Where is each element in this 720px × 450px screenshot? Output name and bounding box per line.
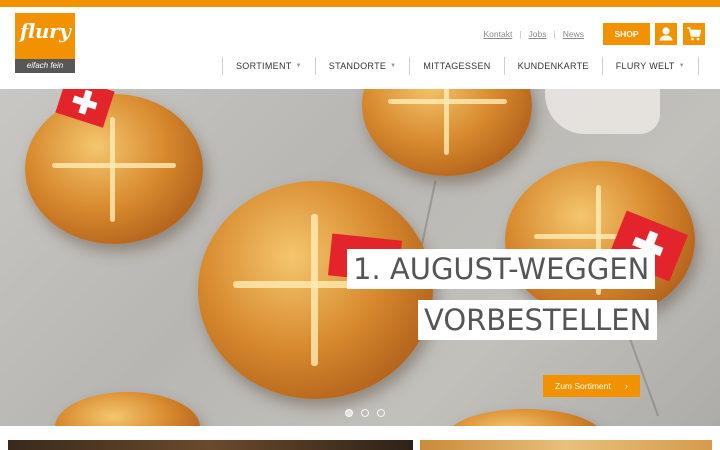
hero-headline: 1. AUGUST-WEGGEN bbox=[347, 249, 656, 289]
separator: | bbox=[519, 29, 522, 39]
linen-cloth bbox=[545, 89, 660, 134]
nav-flury-welt[interactable]: FLURY WELT ▼ bbox=[601, 57, 699, 75]
utility-links: Kontakt | Jobs | News bbox=[484, 29, 585, 39]
nav-label: MITTAGESSEN bbox=[423, 61, 491, 71]
cart-icon bbox=[687, 27, 702, 41]
nav-label: FLURY WELT bbox=[615, 61, 675, 71]
zum-sortiment-button[interactable]: Zum Sortiment › bbox=[543, 375, 640, 397]
main-navigation: SORTIMENT ▼ STANDORTE ▼ MITTAGESSEN KUND… bbox=[222, 57, 699, 75]
nav-kundenkarte[interactable]: KUNDENKARTE bbox=[503, 57, 602, 75]
bread-bun bbox=[55, 392, 200, 426]
cta-label: Zum Sortiment bbox=[555, 381, 611, 391]
link-jobs[interactable]: Jobs bbox=[529, 29, 547, 39]
nav-standorte[interactable]: STANDORTE ▼ bbox=[314, 57, 410, 75]
bread-bun bbox=[362, 89, 532, 176]
caret-down-icon: ▼ bbox=[390, 63, 397, 69]
flury-logo[interactable]: flury eifach fein bbox=[15, 13, 75, 73]
nav-mittagessen[interactable]: MITTAGESSEN bbox=[409, 57, 503, 75]
caret-down-icon: ▼ bbox=[678, 63, 685, 69]
account-button[interactable] bbox=[655, 23, 677, 45]
teaser-tile[interactable] bbox=[8, 440, 413, 450]
separator: | bbox=[553, 29, 556, 39]
link-kontakt[interactable]: Kontakt bbox=[484, 29, 513, 39]
bread-bun bbox=[445, 409, 605, 426]
shop-button[interactable]: SHOP bbox=[603, 23, 650, 45]
chevron-right-icon: › bbox=[625, 381, 628, 391]
slide-dot[interactable] bbox=[377, 409, 385, 417]
slide-dot[interactable] bbox=[361, 409, 369, 417]
hero-slider[interactable]: 1. AUGUST-WEGGEN VORBESTELLEN Zum Sortim… bbox=[0, 89, 720, 426]
caret-down-icon: ▼ bbox=[295, 63, 302, 69]
cart-button[interactable] bbox=[683, 23, 705, 45]
person-icon bbox=[659, 27, 673, 41]
teaser-tile[interactable] bbox=[420, 440, 712, 450]
nav-label: STANDORTE bbox=[328, 61, 387, 71]
logo-wordmark: flury bbox=[19, 19, 71, 43]
bread-bun bbox=[25, 94, 203, 244]
nav-sortiment[interactable]: SORTIMENT ▼ bbox=[222, 57, 315, 75]
top-accent-bar bbox=[0, 0, 720, 7]
bread-bun-large bbox=[198, 181, 433, 399]
link-news[interactable]: News bbox=[563, 29, 584, 39]
site-header: flury eifach fein Kontakt | Jobs | News … bbox=[0, 7, 720, 89]
nav-label: SORTIMENT bbox=[236, 61, 292, 71]
nav-label: KUNDENKARTE bbox=[517, 61, 589, 71]
logo-tagline: eifach fein bbox=[15, 59, 75, 73]
slider-pagination bbox=[345, 409, 385, 417]
slide-dot[interactable] bbox=[345, 409, 353, 417]
hero-subheadline: VORBESTELLEN bbox=[418, 300, 658, 340]
